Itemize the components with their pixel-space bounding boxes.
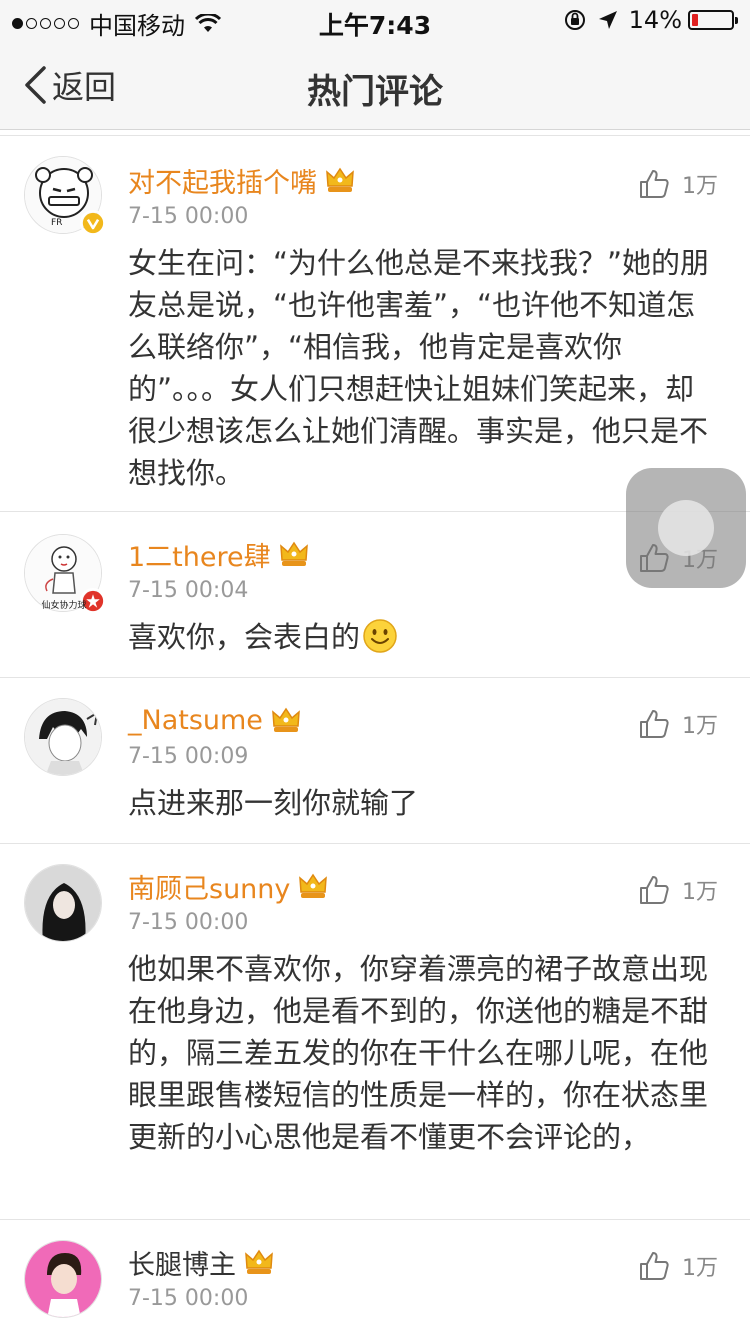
thumbs-up-icon [640,170,669,198]
comment-text: 点进来那一刻你就输了 [128,786,419,820]
battery-icon [688,10,738,30]
comment-text: 他如果不喜欢你，你穿着漂亮的裙子故意出现在他身边，他是看不到的，你送他的糖是不甜… [128,952,709,1154]
comment-item: 南顾己sunny 7-15 00:00 他如果不喜欢你，你穿着漂亮的裙子故意出现… [0,843,750,1219]
comment-time: 7-15 00:09 [128,744,249,769]
crown-icon [279,541,308,566]
assistive-touch-icon [658,500,714,556]
status-right-group: 14% [563,6,738,34]
assistive-touch-button[interactable] [626,468,746,588]
comment-username[interactable]: 对不起我插个嘴 [128,160,722,200]
comment-text: 女生在问：“为什么他总是不来找我？”她的朋友总是说，“也许他害羞”，“也许他不知… [128,246,710,490]
thumbs-up-icon [640,710,669,738]
comment-item: _Natsume 7-15 00:09 点进来那一刻你就输了 1万 [0,677,750,843]
thumbs-up-icon [640,1252,669,1280]
like-button[interactable]: 1万 [638,1250,718,1282]
crown-icon [245,1249,273,1274]
navigation-bar: 返回 热门评论 [0,40,750,130]
username-text: 对不起我插个嘴 [128,167,317,199]
comment-time: 7-15 00:00 [128,1286,249,1311]
like-button[interactable]: 1万 [638,708,718,740]
comment-text: 喜欢你，会表白的 [128,620,361,654]
username-text: 长腿博主 [128,1249,236,1281]
username-text: 南顾己sunny [128,873,291,905]
status-bar: 中国移动 上午7:43 14% [0,0,750,40]
comment-time: 7-15 00:04 [128,578,249,603]
like-button[interactable]: 1万 [638,168,718,200]
crown-icon [326,167,354,192]
like-count: 1万 [682,1256,718,1281]
crown-icon [272,707,300,732]
page-title: 热门评论 [307,72,443,112]
orientation-lock-icon [564,10,585,30]
comment-time: 7-15 00:00 [128,910,249,935]
comment-username[interactable]: _Natsume [128,700,722,740]
battery-percent: 14% [628,6,682,34]
username-text: 1二there肆 [128,541,271,573]
comment-item: 长腿博主 7-15 00:00 1万 [0,1219,750,1332]
comment-username[interactable]: 长腿博主 [128,1242,722,1282]
like-count: 1万 [682,174,718,199]
thumbs-up-icon [640,876,669,904]
username-text: _Natsume [128,704,263,736]
like-count: 1万 [682,880,718,905]
crown-icon [299,873,328,898]
like-button[interactable]: 1万 [638,874,718,906]
location-arrow-icon [598,11,617,29]
comment-list: FR 对不起我插个嘴 7-15 00:00 女生在问：“为什么他总是不来找我？”… [0,135,750,1332]
comment-time: 7-15 00:00 [128,204,249,229]
comment-item: FR 对不起我插个嘴 7-15 00:00 女生在问：“为什么他总是不来找我？”… [0,135,750,511]
comment-text-row: 喜欢你，会表白的 [128,616,722,658]
comment-username[interactable]: 南顾己sunny [128,866,722,906]
smiley-emoji-icon [363,619,397,653]
like-count: 1万 [682,714,718,739]
